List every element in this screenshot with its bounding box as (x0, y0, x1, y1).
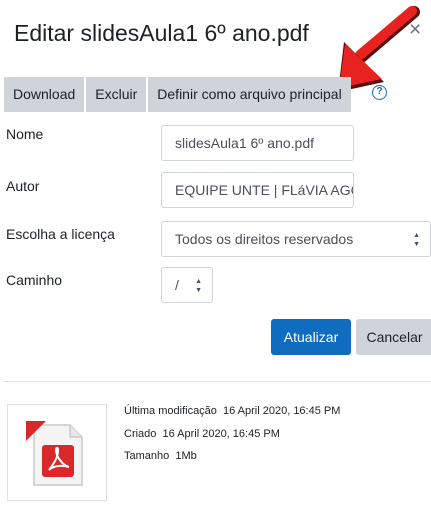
license-select[interactable]: Todos os direitos reservados ▲ ▼ (161, 221, 431, 257)
delete-button[interactable]: Excluir (86, 77, 147, 112)
pdf-file-icon (26, 421, 83, 486)
size-info: Tamanho 1Mb (124, 450, 197, 462)
author-label: Autor (6, 178, 40, 194)
file-thumbnail (7, 404, 107, 501)
size-value: 1Mb (175, 450, 197, 462)
help-icon[interactable]: ? (372, 85, 387, 100)
sort-arrows-icon: ▲ ▼ (195, 278, 202, 294)
path-select[interactable]: / ▲ ▼ (161, 267, 213, 303)
close-icon[interactable]: × (409, 18, 421, 42)
license-label: Escolha a licença (6, 226, 115, 242)
license-select-value: Todos os direitos reservados (175, 231, 354, 247)
file-actions-toolbar: Download Excluir Definir como arquivo pr… (4, 77, 351, 112)
name-label: Nome (6, 126, 44, 142)
update-button[interactable]: Atualizar (271, 319, 351, 355)
divider (4, 381, 431, 382)
path-select-value: / (175, 277, 179, 293)
created-label: Criado (124, 428, 157, 440)
path-label: Caminho (6, 272, 63, 288)
author-input[interactable]: EQUIPE UNTE | FLáVIA AGC (161, 172, 354, 208)
cancel-button[interactable]: Cancelar (356, 319, 431, 355)
dialog-title: Editar slidesAula1 6º ano.pdf (14, 20, 309, 46)
modified-label: Última modificação (124, 405, 217, 417)
sort-arrows-icon: ▲ ▼ (413, 232, 420, 248)
modified-info: Última modificação 16 April 2020, 16:45 … (124, 405, 340, 417)
modified-value: 16 April 2020, 16:45 PM (222, 405, 341, 417)
created-info: Criado 16 April 2020, 16:45 PM (124, 428, 280, 440)
name-input[interactable]: slidesAula1 6º ano.pdf (161, 125, 354, 161)
download-button[interactable]: Download (4, 77, 85, 112)
set-main-file-button[interactable]: Definir como arquivo principal (148, 77, 351, 112)
size-label: Tamanho (124, 450, 170, 462)
created-value: 16 April 2020, 16:45 PM (162, 428, 280, 440)
